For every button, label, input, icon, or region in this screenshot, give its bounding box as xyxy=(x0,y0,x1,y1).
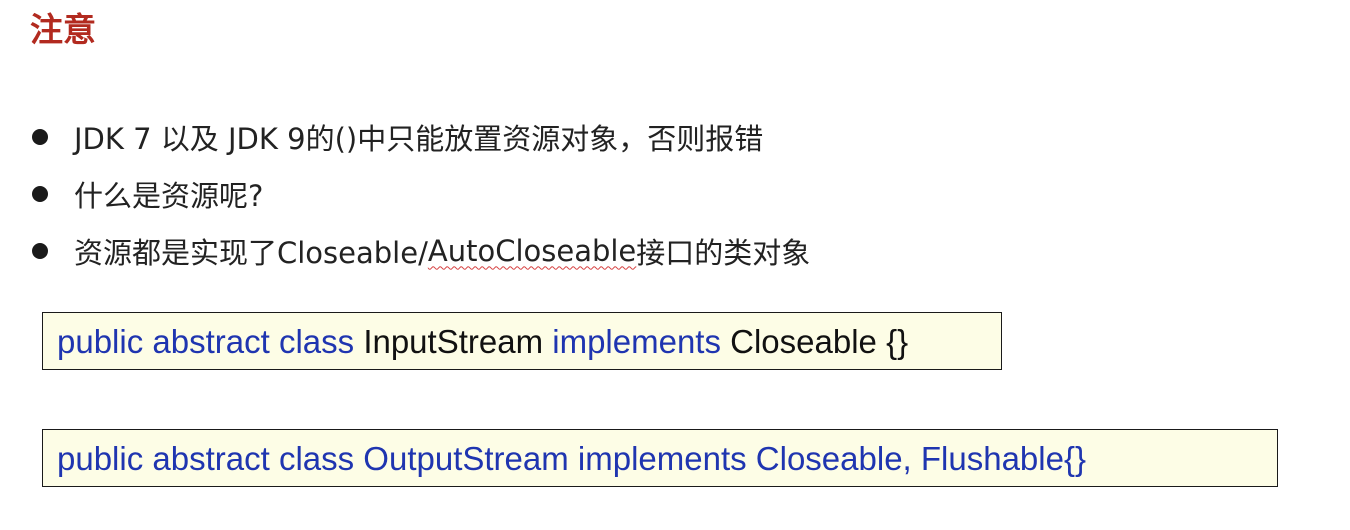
bullet-dot-icon xyxy=(32,185,48,202)
bullet-text-part: 接口的类对象 xyxy=(636,235,811,270)
spellcheck-underlined-word: AutoCloseable xyxy=(427,233,637,268)
code-block-outputstream: public abstract class OutputStream imple… xyxy=(42,429,1278,487)
code-block-inputstream: public abstract class InputStream implem… xyxy=(42,312,1002,370)
bullet-item: 什么是资源呢? xyxy=(32,165,810,222)
bullet-item: JDK 7 以及 JDK 9的()中只能放置资源对象，否则报错 xyxy=(32,108,810,165)
bullet-dot-icon xyxy=(32,128,48,145)
code-keyword: public abstract class xyxy=(57,322,364,360)
code-keyword: public abstract class OutputStream imple… xyxy=(57,439,1087,477)
bullet-list: JDK 7 以及 JDK 9的()中只能放置资源对象，否则报错 什么是资源呢? … xyxy=(32,108,810,279)
bullet-text-part: 资源都是实现了Closeable/ xyxy=(74,235,428,270)
code-identifier: InputStream xyxy=(363,322,553,360)
bullet-dot-icon xyxy=(32,242,48,259)
code-keyword: implements xyxy=(552,322,731,360)
bullet-text: 什么是资源呢? xyxy=(74,178,264,213)
code-identifier: Closeable {} xyxy=(730,322,909,360)
bullet-text: JDK 7 以及 JDK 9的()中只能放置资源对象，否则报错 xyxy=(74,121,764,156)
page-title: 注意 xyxy=(30,10,96,49)
bullet-item: 资源都是实现了Closeable/AutoCloseable 接口的类对象 xyxy=(32,222,810,279)
